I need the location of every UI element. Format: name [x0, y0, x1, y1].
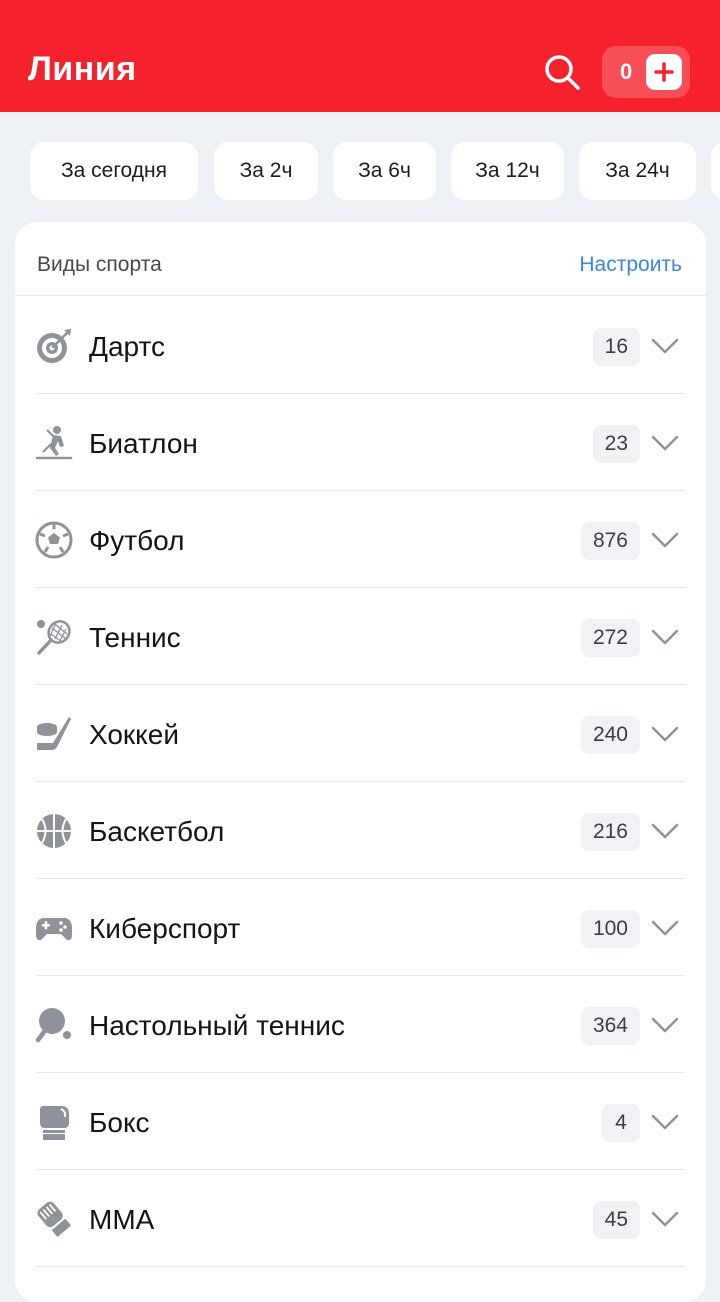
event-count-badge: 272	[580, 619, 640, 657]
sport-label: Биатлон	[89, 428, 198, 459]
sport-row-esports[interactable]: Киберспорт 100	[15, 879, 706, 976]
sports-list-title: Виды спорта	[37, 253, 162, 276]
filter-chip-today[interactable]: За сегодня	[30, 142, 198, 200]
sport-label: Баскетбол	[89, 816, 225, 847]
search-icon	[545, 55, 580, 90]
boxing-glove-icon	[40, 1106, 69, 1140]
sports-list-card: Виды спорта Настроить Дартс 16 Биатлон 2…	[15, 222, 706, 1302]
sport-label: Хоккей	[89, 719, 179, 750]
page-title: Линия	[28, 50, 137, 88]
sport-label: Дартс	[89, 331, 166, 362]
chevron-down-icon	[651, 1211, 679, 1227]
sport-label: Бокс	[89, 1107, 150, 1138]
event-count-badge: 100	[580, 910, 640, 948]
app-header: Линия 0	[0, 0, 720, 112]
sport-label: Теннис	[89, 622, 181, 653]
filter-chip-24h[interactable]: За 24ч	[579, 142, 696, 200]
chevron-down-icon	[651, 532, 679, 548]
event-count-badge: 4	[602, 1104, 640, 1142]
filter-chip-6h[interactable]: За 6ч	[333, 142, 436, 200]
search-button[interactable]	[540, 50, 584, 94]
event-count-badge: 23	[592, 425, 640, 463]
biathlon-icon	[35, 426, 73, 460]
filter-chip-2h[interactable]: За 2ч	[214, 142, 318, 200]
sport-row-table-tennis[interactable]: Настольный теннис 364	[15, 976, 706, 1073]
add-funds-button[interactable]	[646, 54, 682, 90]
chevron-down-icon	[651, 823, 679, 839]
hockey-icon	[37, 717, 71, 750]
event-count-badge: 876	[580, 522, 640, 560]
balance-value: 0	[620, 59, 633, 84]
sport-row-mma[interactable]: MMA 45	[15, 1170, 706, 1267]
filter-chip-more[interactable]	[711, 142, 720, 200]
gamepad-icon	[36, 918, 72, 941]
sports-list-header: Виды спорта Настроить	[15, 222, 706, 296]
event-count-badge: 216	[580, 813, 640, 851]
chevron-down-icon	[651, 629, 679, 645]
sport-row-boxing[interactable]: Бокс 4	[15, 1073, 706, 1170]
plus-icon	[654, 62, 674, 82]
basketball-icon	[37, 814, 71, 848]
tennis-icon	[37, 620, 71, 655]
chevron-down-icon	[651, 1114, 679, 1130]
sport-row-football[interactable]: Футбол 876	[15, 491, 706, 588]
event-count-badge: 240	[580, 716, 640, 754]
darts-icon	[37, 329, 71, 363]
sport-label: Футбол	[89, 525, 185, 556]
sport-label: Киберспорт	[89, 913, 241, 944]
event-count-badge: 364	[580, 1007, 640, 1045]
customize-link[interactable]: Настроить	[579, 253, 682, 277]
chevron-down-icon	[651, 338, 679, 354]
sport-row-biathlon[interactable]: Биатлон 23	[15, 394, 706, 491]
chevron-down-icon	[651, 435, 679, 451]
mma-glove-icon	[37, 1201, 71, 1237]
filter-chip-12h[interactable]: За 12ч	[451, 142, 564, 200]
event-count-badge: 45	[592, 1201, 640, 1239]
sport-row-tennis[interactable]: Теннис 272	[15, 588, 706, 685]
row-divider	[36, 1266, 685, 1267]
sport-label: Настольный теннис	[89, 1010, 345, 1041]
sport-label: MMA	[89, 1204, 155, 1235]
balance-button[interactable]: 0	[602, 46, 690, 98]
sport-row-hockey[interactable]: Хоккей 240	[15, 685, 706, 782]
chevron-down-icon	[651, 920, 679, 936]
table-tennis-icon	[35, 1008, 71, 1043]
event-count-badge: 16	[592, 328, 640, 366]
football-icon	[35, 521, 73, 559]
time-filter-bar: За сегодня За 2ч За 6ч За 12ч За 24ч	[0, 142, 720, 200]
chevron-down-icon	[651, 726, 679, 742]
sport-row-darts[interactable]: Дартс 16	[15, 297, 706, 394]
chevron-down-icon	[651, 1017, 679, 1033]
sport-row-basketball[interactable]: Баскетбол 216	[15, 782, 706, 879]
